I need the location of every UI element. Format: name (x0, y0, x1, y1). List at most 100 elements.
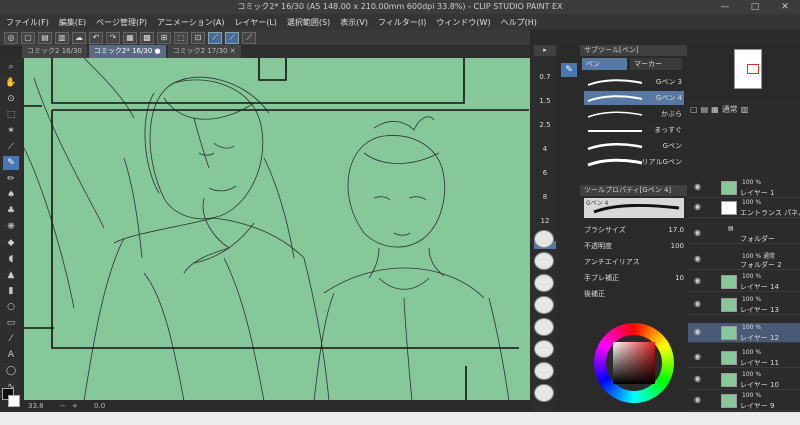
eyedropper-icon[interactable]: ⟋ (3, 140, 19, 154)
new-icon[interactable]: ▢ (21, 32, 35, 44)
pen-subtool-icon[interactable]: ✎ (561, 63, 577, 77)
close-button[interactable]: ✕ (770, 0, 800, 14)
stabilization-row[interactable]: 手ブレ補正 10 (584, 271, 684, 285)
layer-row[interactable]: ◉ 100 % レイヤー 10 (688, 370, 800, 390)
eye-icon[interactable]: ◉ (694, 374, 701, 383)
minimize-button[interactable]: — (710, 0, 740, 14)
lasso-icon[interactable]: ⊙ (3, 92, 19, 106)
decoration-icon[interactable]: ❋ (3, 220, 19, 234)
clear-icon[interactable]: ▦ (123, 32, 137, 44)
undo-icon[interactable]: ↶ (89, 32, 103, 44)
layer-row[interactable]: ◉ 100 % エントランス パネル (688, 198, 800, 218)
pencil-icon[interactable]: ✏ (3, 172, 19, 186)
brush-item[interactable]: かぶら (584, 107, 684, 121)
navigator-view-rect[interactable] (747, 64, 759, 74)
size-dot[interactable] (534, 340, 554, 358)
drawing-canvas[interactable] (24, 58, 530, 401)
layer-row-selected[interactable]: ◉ 100 % レイヤー 12 (688, 323, 800, 343)
new-layer-icon[interactable]: ▢ (690, 105, 698, 114)
size-dot[interactable] (534, 384, 554, 402)
eye-icon[interactable]: ◉ (694, 352, 701, 361)
delete-layer-icon[interactable]: ▥ (741, 105, 749, 114)
pen-icon[interactable]: ✎ (3, 156, 19, 170)
brush-size-item[interactable]: 4 (534, 145, 556, 153)
brush-item-selected[interactable]: Gペン 4 (584, 91, 684, 105)
eye-icon[interactable]: ◉ (694, 276, 701, 285)
opacity-row[interactable]: 不透明度 100 (584, 239, 684, 253)
brush-size-row[interactable]: ブラシサイズ 17.0 (584, 223, 684, 237)
select-tool-icon[interactable]: ⬚ (3, 108, 19, 122)
zoom-value[interactable]: 33.8 (28, 402, 44, 410)
transform-icon[interactable]: ⊞ (157, 32, 171, 44)
brush-item[interactable]: Gペン 3 (584, 75, 684, 89)
menu-layer[interactable]: レイヤー(L) (234, 17, 276, 28)
text-icon[interactable]: A (3, 348, 19, 362)
menu-page[interactable]: ページ管理(P) (96, 17, 147, 28)
brush-size-item[interactable]: 12 (534, 217, 556, 225)
layer-blend-mode[interactable]: 通常 (722, 104, 738, 115)
menu-filter[interactable]: フィルター(I) (378, 17, 426, 28)
frame-icon[interactable]: ▭ (3, 316, 19, 330)
magic-wand-icon[interactable]: ✶ (3, 124, 19, 138)
airbrush-icon[interactable]: ♣ (3, 204, 19, 218)
layer-row-folder[interactable]: ◉ ▤ フォルダー (688, 224, 800, 244)
rotation-value[interactable]: 0.0 (94, 402, 105, 410)
select-icon[interactable]: ⬚ (174, 32, 188, 44)
menu-selection[interactable]: 選択範囲(S) (287, 17, 330, 28)
size-dot[interactable] (534, 362, 554, 380)
gradient-icon[interactable]: ▮ (3, 284, 19, 298)
main-color-swatch[interactable] (2, 388, 20, 408)
stabilization-value[interactable]: 10 (675, 271, 684, 285)
brush-size-value[interactable]: 17.0 (668, 223, 684, 237)
redo-icon[interactable]: ↷ (106, 32, 120, 44)
menu-animation[interactable]: アニメーション(A) (157, 17, 224, 28)
blend-icon[interactable]: ◖ (3, 252, 19, 266)
zoom-icon[interactable]: ⌕ (3, 60, 19, 74)
eye-icon[interactable]: ◉ (694, 254, 701, 263)
zoom-plus-icon[interactable]: + (72, 402, 78, 410)
size-dot[interactable] (534, 274, 554, 292)
hand-icon[interactable]: ✋ (3, 76, 19, 90)
size-dot[interactable] (534, 318, 554, 336)
eye-icon[interactable]: ◉ (694, 182, 701, 191)
tab-comic2-16[interactable]: コミック2 16/30 (22, 45, 87, 58)
layer-row[interactable]: ◉ 100 % レイヤー 14 (688, 272, 800, 292)
brush-icon[interactable]: ♠ (3, 188, 19, 202)
brush-size-item[interactable]: 6 (534, 169, 556, 177)
eye-icon[interactable]: ◉ (694, 395, 701, 404)
layer-row[interactable]: ◉ 100 % レイヤー 1 (688, 178, 800, 198)
save-icon[interactable]: ▥ (55, 32, 69, 44)
open-icon[interactable]: ▤ (38, 32, 52, 44)
snap-special-icon[interactable]: ⟋ (242, 32, 256, 44)
size-dot[interactable] (534, 230, 554, 248)
app-icon[interactable]: ◎ (4, 32, 18, 44)
ruler-icon[interactable]: ⁄ (3, 332, 19, 346)
saturation-square[interactable] (613, 342, 655, 384)
new-folder-icon[interactable]: ▤ (701, 105, 709, 114)
layer-lock-icon[interactable]: ▦ (711, 105, 719, 114)
size-dot[interactable] (534, 296, 554, 314)
cloud-icon[interactable]: ☁ (72, 32, 86, 44)
tab-comic2-active[interactable]: コミック2* 16/30 ● (88, 45, 166, 58)
eye-icon[interactable]: ◉ (694, 228, 701, 237)
fill-tool-icon[interactable]: ▲ (3, 268, 19, 282)
menu-help[interactable]: ヘルプ(H) (501, 17, 537, 28)
layer-row-folder[interactable]: ◉ 100 % 通常 フォルダー 2 (688, 250, 800, 270)
antialias-row[interactable]: アンチエイリアス (584, 255, 684, 269)
navigator-thumbnail[interactable] (734, 49, 762, 89)
brush-item[interactable]: まっすぐ (584, 123, 684, 137)
eraser-icon[interactable]: ◆ (3, 236, 19, 250)
layer-row[interactable]: ◉ 100 % レイヤー 9 (688, 391, 800, 411)
brush-item[interactable]: Gペン (584, 139, 684, 153)
layer-row[interactable]: ◉ 100 % レイヤー 11 (688, 348, 800, 368)
layer-row[interactable]: ◉ 100 % レイヤー 13 (688, 295, 800, 315)
menu-edit[interactable]: 編集(E) (59, 17, 86, 28)
menu-file[interactable]: ファイル(F) (6, 17, 49, 28)
fill-icon[interactable]: ▩ (140, 32, 154, 44)
opacity-value[interactable]: 100 (671, 239, 684, 253)
menu-view[interactable]: 表示(V) (340, 17, 368, 28)
size-dot[interactable] (534, 252, 554, 270)
brush-size-item[interactable]: 8 (534, 193, 556, 201)
post-correction-row[interactable]: 後補正 (584, 287, 684, 301)
balloon-icon[interactable]: ◯ (3, 364, 19, 378)
